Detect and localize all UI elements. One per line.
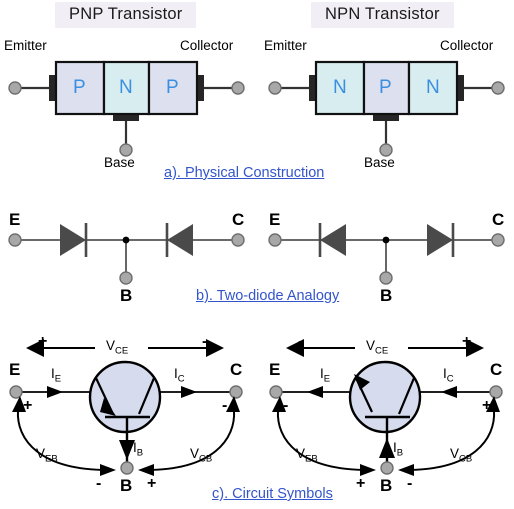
pnp-emitter-label: Emitter bbox=[4, 38, 47, 53]
npn-diode-e-terminal bbox=[268, 233, 282, 247]
npn-b-right-sign: - bbox=[407, 475, 413, 492]
pnp-left-diode-triangle bbox=[60, 224, 86, 256]
npn-left-diode-triangle bbox=[320, 224, 346, 256]
npn-vce-label: VCE bbox=[366, 338, 389, 357]
pnp-two-diode-analogy bbox=[8, 223, 245, 285]
pnp-veb-arc bbox=[16, 409, 109, 471]
pnp-e-sign: + bbox=[23, 397, 33, 414]
pnp-block-2-letter: N bbox=[119, 77, 133, 98]
pnp-symbol-c-label: C bbox=[230, 360, 243, 379]
npn-ic-arrowhead bbox=[441, 386, 457, 398]
npn-b-left-sign: + bbox=[356, 475, 366, 492]
diagram-root: PNP Transistor NPN Transistor Emitter Co… bbox=[0, 0, 514, 509]
npn-symbol-b-terminal bbox=[380, 461, 394, 475]
pnp-b-left-sign: - bbox=[96, 475, 102, 492]
pnp-diode-e-label: E bbox=[9, 210, 21, 229]
npn-ie-label: IE bbox=[320, 366, 331, 385]
pnp-symbol-e-label: E bbox=[9, 360, 21, 379]
pnp-ie-arrowhead bbox=[47, 386, 63, 398]
npn-veb-arc bbox=[276, 409, 369, 471]
pnp-veb-label: VEB bbox=[36, 446, 58, 465]
pnp-collector-terminal-dot bbox=[231, 81, 245, 95]
npn-block-1-letter: N bbox=[333, 77, 347, 98]
npn-vce-right-sign: + bbox=[462, 333, 472, 350]
npn-symbol-e-label: E bbox=[269, 360, 281, 379]
caption-b: b). Two-diode Analogy bbox=[196, 288, 340, 304]
pnp-ib-label: IB bbox=[133, 440, 144, 459]
npn-collector-terminal-dot bbox=[491, 81, 505, 95]
pnp-base-label: Base bbox=[104, 155, 135, 170]
npn-symbol-c-label: C bbox=[490, 360, 503, 379]
caption-c: c). Circuit Symbols bbox=[212, 486, 333, 502]
npn-collector-label: Collector bbox=[440, 38, 494, 53]
pnp-veb-arrowhead bbox=[100, 464, 116, 476]
pnp-diode-b-terminal bbox=[119, 271, 133, 285]
npn-block-2-letter: P bbox=[379, 77, 392, 98]
pnp-collector-label: Collector bbox=[180, 38, 234, 53]
npn-diode-e-label: E bbox=[269, 210, 281, 229]
npn-diode-junction-dot bbox=[382, 236, 390, 244]
npn-e-sign: - bbox=[283, 397, 289, 414]
pnp-c-sign: - bbox=[222, 397, 228, 414]
caption-a: a). Physical Construction bbox=[164, 165, 325, 181]
npn-vce-left-sign: - bbox=[298, 333, 304, 350]
pnp-ic-arrowhead bbox=[181, 386, 197, 398]
pnp-block-1-letter: P bbox=[73, 77, 86, 98]
npn-symbol-c-terminal bbox=[489, 385, 503, 399]
pnp-vce-right-sign: - bbox=[202, 333, 208, 350]
pnp-symbol-b-terminal bbox=[120, 461, 134, 475]
pnp-diode-b-label: B bbox=[120, 286, 133, 305]
pnp-diode-c-terminal bbox=[231, 233, 245, 247]
npn-veb-label: VEB bbox=[296, 446, 318, 465]
npn-c-sign: + bbox=[482, 397, 492, 414]
npn-diode-c-label: C bbox=[492, 210, 505, 229]
pnp-symbol-circle bbox=[88, 360, 162, 434]
pnp-b-right-sign: + bbox=[147, 475, 157, 492]
npn-diode-b-terminal bbox=[379, 271, 393, 285]
pnp-diode-junction-dot bbox=[122, 236, 130, 244]
pnp-symbol-e-terminal bbox=[9, 385, 23, 399]
pnp-vce-label: VCE bbox=[106, 338, 129, 357]
npn-block-3-letter: N bbox=[426, 77, 440, 98]
npn-emitter-terminal-dot bbox=[268, 81, 282, 95]
npn-right-diode-triangle bbox=[427, 224, 453, 256]
npn-ib-label: IB bbox=[393, 440, 404, 459]
npn-ic-label: IC bbox=[443, 366, 454, 385]
pnp-ic-label: IC bbox=[174, 366, 185, 385]
pnp-diode-e-terminal bbox=[8, 233, 22, 247]
npn-ie-arrowhead bbox=[307, 386, 323, 398]
npn-symbol-circle bbox=[348, 360, 422, 434]
npn-symbol-e-terminal bbox=[269, 385, 283, 399]
pnp-vcb-label: VCB bbox=[190, 446, 213, 465]
npn-two-diode-analogy bbox=[268, 223, 505, 285]
pnp-vce-left-sign: + bbox=[38, 333, 48, 350]
npn-diode-c-terminal bbox=[491, 233, 505, 247]
pnp-diode-c-label: C bbox=[232, 210, 245, 229]
npn-vcb-label: VCB bbox=[450, 446, 473, 465]
pnp-symbol-c-terminal bbox=[229, 385, 243, 399]
npn-emitter-label: Emitter bbox=[264, 38, 307, 53]
pnp-block-3-letter: P bbox=[166, 77, 179, 98]
pnp-symbol-b-label: B bbox=[120, 476, 133, 495]
npn-base-label: Base bbox=[364, 155, 395, 170]
npn-symbol-b-label: B bbox=[380, 476, 393, 495]
npn-diode-b-label: B bbox=[380, 286, 393, 305]
pnp-right-diode-triangle bbox=[167, 224, 193, 256]
pnp-emitter-terminal-dot bbox=[8, 81, 22, 95]
pnp-ie-label: IE bbox=[51, 366, 62, 385]
